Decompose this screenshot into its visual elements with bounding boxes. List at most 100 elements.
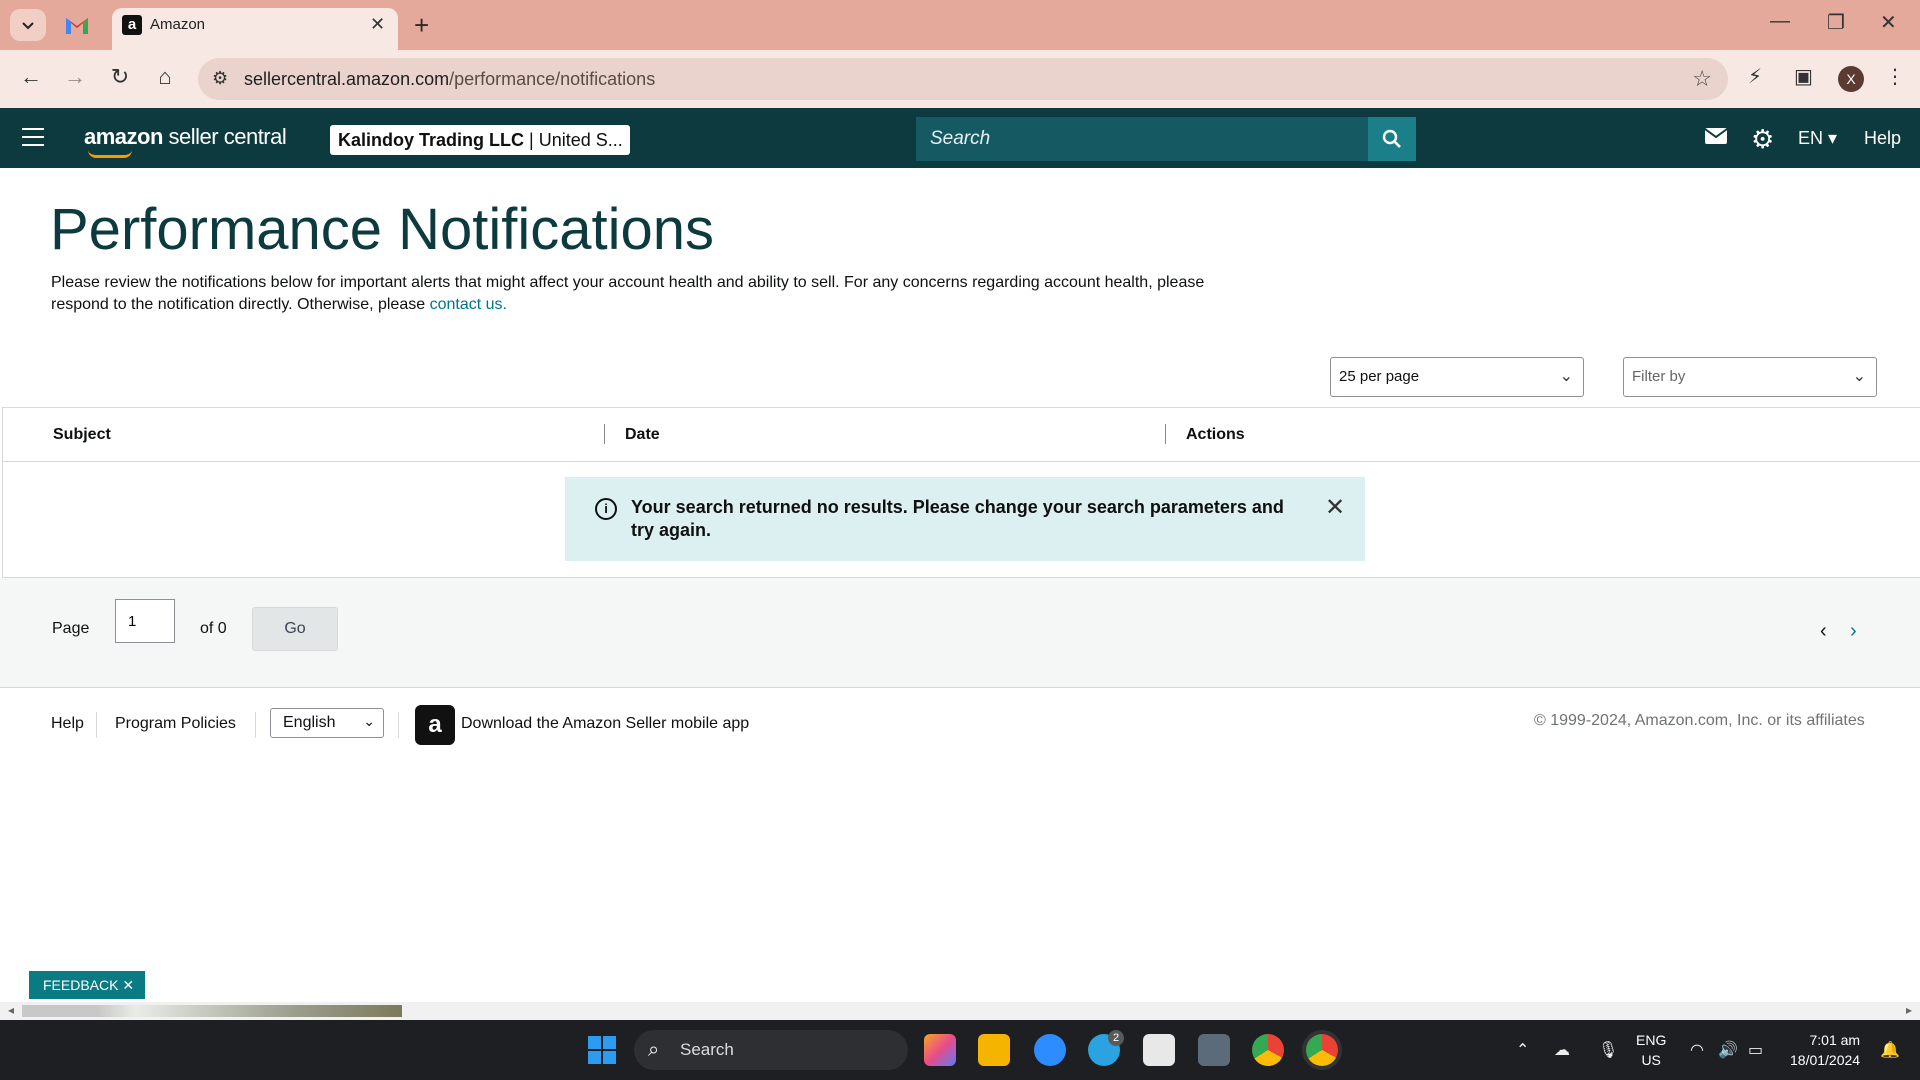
go-button[interactable]: Go [252, 607, 338, 651]
windows-start-icon[interactable] [588, 1036, 616, 1064]
page-number-input[interactable] [115, 599, 175, 643]
column-header-subject[interactable]: Subject [53, 426, 111, 444]
browser-tabstrip: a Amazon ✕ + — ❐ ✕ [0, 0, 1920, 50]
pagination-bar: Page of 0 Go ‹ › [0, 578, 1920, 688]
notification-bell-icon[interactable]: 🔔 [1880, 1040, 1900, 1060]
wifi-icon[interactable]: ◠ [1690, 1040, 1704, 1060]
file-explorer-icon[interactable] [978, 1034, 1010, 1066]
minimize-icon[interactable]: — [1770, 10, 1790, 33]
snipping-tool-icon[interactable] [1143, 1034, 1175, 1066]
search-box [916, 117, 1368, 161]
input-language[interactable]: ENG US [1636, 1030, 1666, 1070]
hamburger-menu-icon[interactable] [22, 128, 44, 152]
new-tab-icon[interactable]: + [414, 10, 429, 41]
amazon-favicon-icon: a [122, 15, 142, 35]
telegram-badge: 2 [1108, 1030, 1124, 1046]
bookmark-star-icon[interactable]: ☆ [1692, 66, 1712, 92]
window-close-icon[interactable]: ✕ [1880, 10, 1897, 35]
account-switcher[interactable]: Kalindoy Trading LLC | United S... [330, 125, 630, 155]
copilot-icon[interactable] [924, 1034, 956, 1066]
seller-central-header: amazon seller central Kalindoy Trading L… [0, 108, 1920, 168]
tab-search-button[interactable] [10, 9, 46, 41]
footer-divider [255, 712, 256, 738]
tab-title: Amazon [150, 16, 206, 33]
windows-taskbar: ⌕ Search 2 ⌃ ☁ 🎙 ENG US ◠ 🔊 ▭ 7:01 am 18/0… [0, 1020, 1920, 1080]
mail-icon[interactable] [1704, 126, 1728, 152]
menu-dots-icon[interactable]: ⋮ [1885, 64, 1905, 89]
feedback-button[interactable]: FEEDBACK ✕ [29, 971, 145, 999]
program-policies-link[interactable]: Program Policies [115, 715, 236, 733]
calculator-icon[interactable] [1198, 1034, 1230, 1066]
table-header: Subject Date Actions [3, 408, 1920, 462]
footer-divider [398, 712, 399, 738]
footer-help-link[interactable]: Help [51, 715, 84, 733]
contact-us-link[interactable]: contact us. [430, 296, 507, 313]
page-label: Page [52, 620, 90, 637]
microphone-icon[interactable]: 🎙 [1598, 1040, 1618, 1060]
volume-icon[interactable]: 🔊 [1718, 1040, 1738, 1060]
page-footer: Help Program Policies English ⌄ a Downlo… [0, 700, 1920, 750]
scroll-right-icon[interactable]: ▸ [1906, 1003, 1912, 1017]
search-icon: ⌕ [648, 1039, 660, 1061]
page-description: Please review the notifications below fo… [51, 274, 1205, 313]
address-bar[interactable]: ⚙ sellercentral.amazon.com/performance/n… [198, 58, 1728, 100]
horizontal-scrollbar[interactable]: ◂ ▸ [0, 1002, 1920, 1020]
previous-page-icon[interactable]: ‹ [1820, 620, 1827, 643]
chrome-profile-icon[interactable] [1306, 1034, 1338, 1066]
extension-icon[interactable]: ⚡ [1748, 64, 1762, 89]
scroll-left-icon[interactable]: ◂ [8, 1003, 14, 1017]
language-selector[interactable]: EN ▾ [1798, 128, 1837, 149]
taskbar-search[interactable]: ⌕ Search [634, 1030, 908, 1070]
settings-gear-icon[interactable]: ⚙ [1751, 124, 1774, 155]
restore-icon[interactable]: ❐ [1827, 10, 1845, 35]
search-button[interactable] [1368, 117, 1416, 161]
chevron-down-icon: ⌄ [363, 713, 375, 729]
alert-close-icon[interactable]: ✕ [1325, 493, 1345, 522]
page-count: of 0 [200, 620, 227, 637]
caret-down-icon: ▾ [1828, 128, 1838, 148]
column-divider [1165, 424, 1166, 444]
download-app-link[interactable]: Download the Amazon Seller mobile app [461, 715, 749, 733]
search-input[interactable] [916, 117, 1368, 161]
home-icon[interactable]: ⌂ [150, 64, 180, 90]
zoom-icon[interactable] [1034, 1034, 1066, 1066]
footer-divider [96, 712, 97, 738]
gmail-tab[interactable] [64, 14, 90, 36]
reload-icon[interactable]: ↻ [105, 64, 135, 90]
onedrive-icon[interactable]: ☁ [1554, 1040, 1570, 1060]
chrome-icon[interactable] [1252, 1034, 1284, 1066]
seller-app-icon[interactable]: a [415, 705, 455, 745]
column-divider [604, 424, 605, 444]
system-clock[interactable]: 7:01 am 18/01/2024 [1790, 1030, 1860, 1070]
site-info-icon[interactable]: ⚙ [212, 68, 228, 89]
scrollbar-thumb[interactable] [22, 1005, 402, 1017]
next-page-icon[interactable]: › [1850, 620, 1857, 643]
gmail-icon [66, 18, 88, 34]
header-help-link[interactable]: Help [1864, 128, 1901, 149]
column-header-date[interactable]: Date [625, 426, 660, 444]
side-panel-icon[interactable]: ▣ [1794, 64, 1813, 89]
tab-close-icon[interactable]: ✕ [370, 14, 385, 35]
footer-language-select[interactable]: English ⌄ [270, 708, 384, 738]
amazon-smile-icon [88, 150, 132, 158]
search-icon [1382, 129, 1401, 148]
page-title: Performance Notifications [50, 197, 715, 262]
tray-chevron-icon[interactable]: ⌃ [1516, 1040, 1529, 1060]
copyright-text: © 1999-2024, Amazon.com, Inc. or its aff… [1534, 712, 1865, 729]
chevron-down-icon [22, 22, 34, 30]
seller-central-logo[interactable]: amazon seller central [84, 124, 287, 150]
profile-avatar[interactable]: X [1838, 66, 1864, 92]
column-header-actions: Actions [1186, 426, 1245, 443]
notifications-table: Subject Date Actions i Your search retur… [2, 407, 1920, 578]
url-text[interactable]: sellercentral.amazon.com/performance/not… [244, 69, 655, 90]
filter-by-select[interactable]: Filter by ⌄ [1623, 357, 1877, 397]
chevron-down-icon: ⌄ [1852, 368, 1866, 385]
close-icon[interactable]: ✕ [122, 977, 134, 993]
info-icon: i [595, 498, 617, 520]
per-page-select[interactable]: 25 per page ⌄ [1330, 357, 1584, 397]
forward-icon[interactable]: → [60, 64, 90, 90]
chevron-down-icon: ⌄ [1559, 368, 1573, 385]
back-icon[interactable]: ← [16, 64, 46, 90]
no-results-alert: i Your search returned no results. Pleas… [565, 477, 1365, 561]
battery-icon[interactable]: ▭ [1748, 1040, 1763, 1060]
